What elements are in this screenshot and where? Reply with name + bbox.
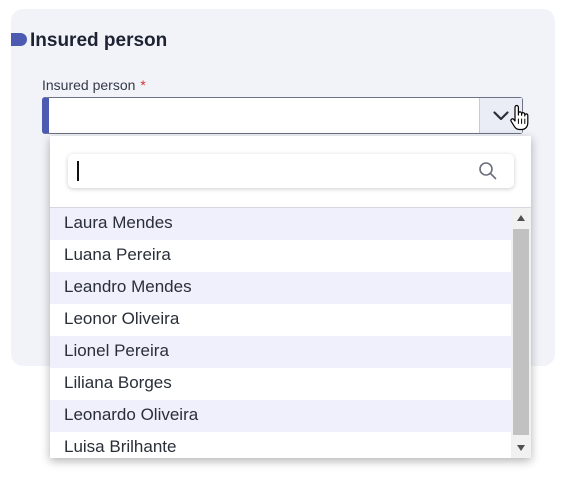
scroll-down-button[interactable] [511,438,531,458]
field-label-text: Insured person [42,77,136,93]
list-item[interactable]: Laura Mendes [50,208,511,240]
chevron-down-icon [493,110,509,120]
text-caret [77,161,79,181]
list-item[interactable]: Leonor Oliveira [50,304,511,336]
scroll-up-button[interactable] [511,208,531,228]
list-item[interactable]: Lionel Pereira [50,336,511,368]
triangle-up-icon [517,215,525,221]
options-list: Laura Mendes Luana Pereira Leandro Mende… [50,208,511,458]
list-item[interactable]: Luisa Brilhante [50,432,511,458]
required-indicator: * [140,77,146,93]
list-item[interactable]: Leandro Mendes [50,272,511,304]
dropdown-panel: Laura Mendes Luana Pereira Leandro Mende… [50,136,531,458]
dropdown-search[interactable] [68,154,514,188]
field-label: Insured person * [42,77,146,93]
list-item[interactable]: Liliana Borges [50,368,511,400]
list-item[interactable]: Leonardo Oliveira [50,400,511,432]
scroll-thumb[interactable] [513,229,529,435]
section-accent-bar [11,33,27,46]
list-item[interactable]: Luana Pereira [50,240,511,272]
list-scrollbar[interactable] [511,208,531,458]
triangle-down-icon [517,445,525,451]
hand-cursor-icon [510,104,529,131]
search-icon[interactable] [478,161,498,181]
insured-person-select[interactable] [42,97,523,134]
section-title: Insured person [30,30,168,51]
